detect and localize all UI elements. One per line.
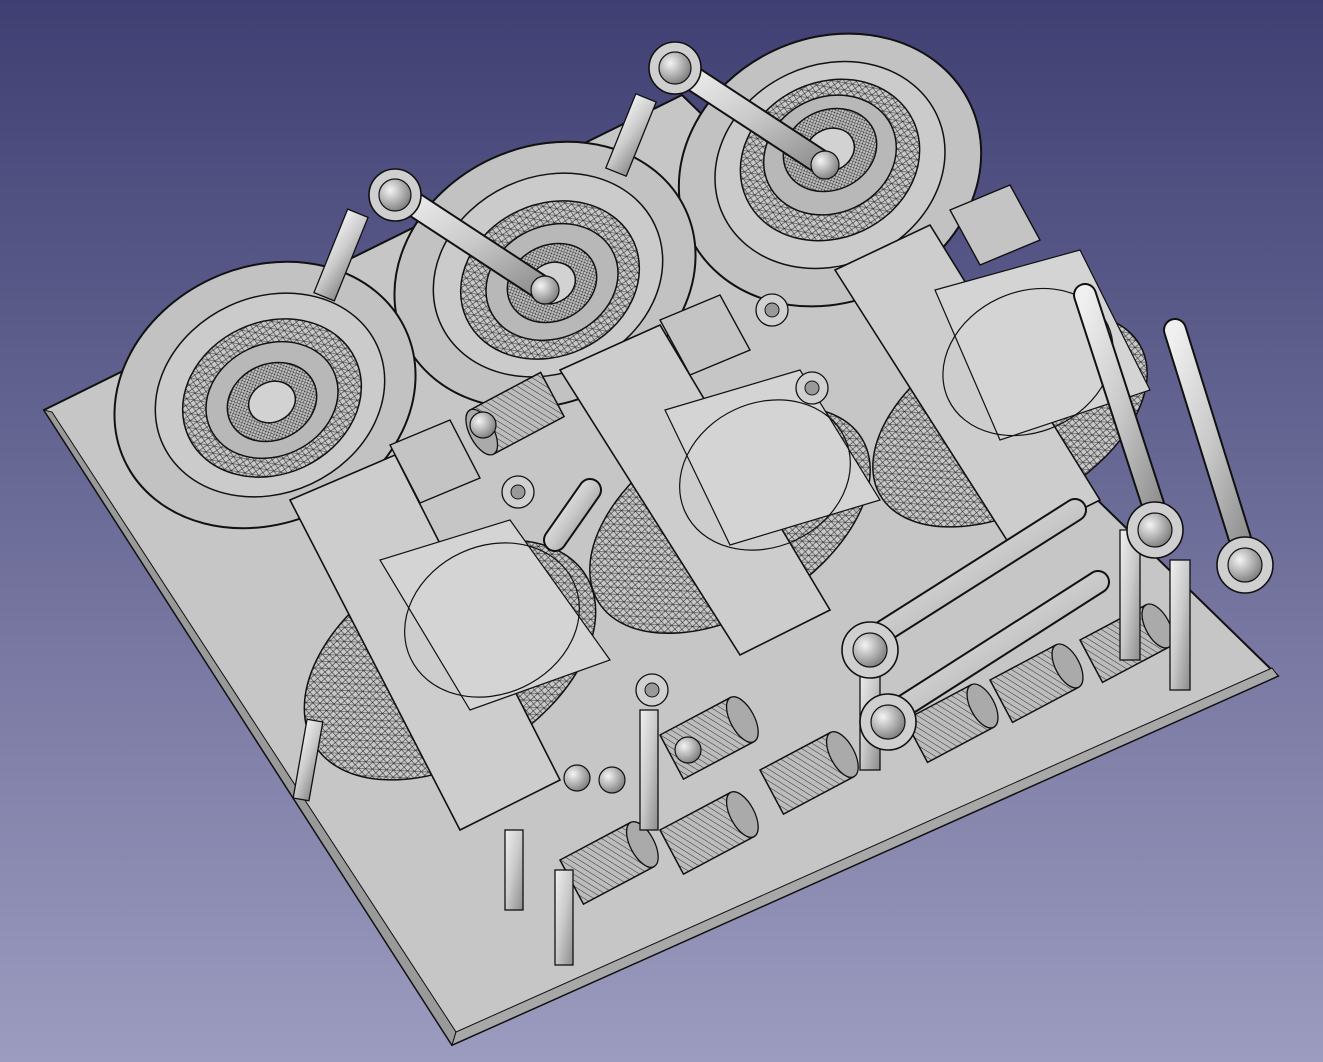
3d-viewport[interactable] bbox=[0, 0, 1323, 1062]
cad-scene[interactable] bbox=[0, 0, 1323, 1062]
